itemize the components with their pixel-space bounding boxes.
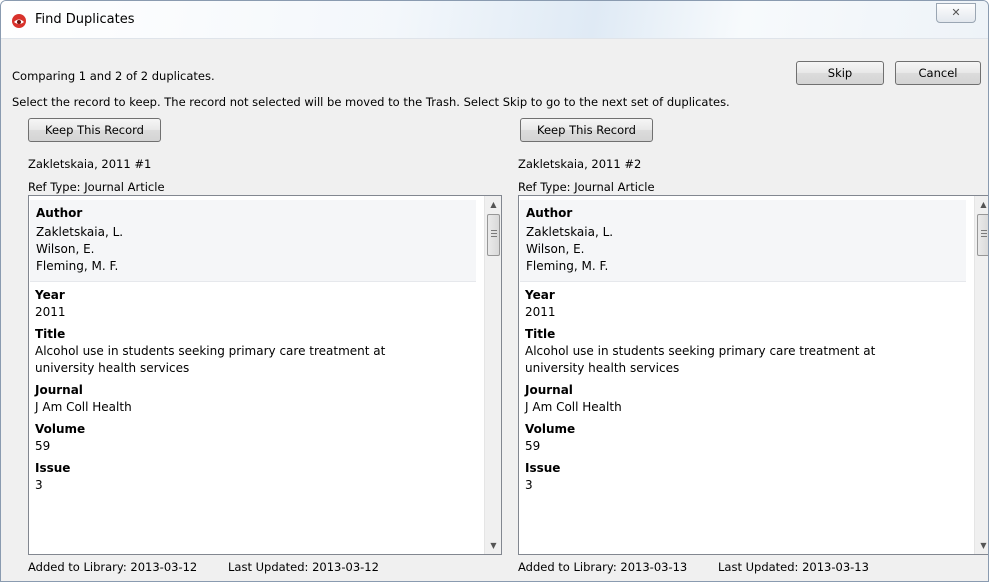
record-2-author-field: Author Zakletskaia, L. Wilson, E. Flemin… — [520, 200, 966, 282]
title-value: Alcohol use in students seeking primary … — [35, 344, 386, 358]
issue-value: 3 — [35, 478, 43, 492]
cancel-button[interactable]: Cancel — [895, 61, 981, 85]
record-2-journal-field: Journal J Am Coll Health — [519, 381, 974, 416]
record-2-year-field: Year 2011 — [519, 286, 974, 321]
author-value: Wilson, E. — [36, 242, 95, 256]
author-label: Author — [526, 206, 573, 220]
author-value: Fleming, M. F. — [526, 259, 609, 273]
endnote-app-icon — [12, 14, 26, 28]
volume-label: Volume — [525, 422, 576, 436]
issue-label: Issue — [525, 461, 561, 475]
year-value: 2011 — [525, 305, 556, 319]
title-bar: Find Duplicates ✕ — [1, 1, 988, 39]
record-2-fields-panel[interactable]: Author Zakletskaia, L. Wilson, E. Flemin… — [518, 195, 988, 555]
volume-value: 59 — [525, 439, 541, 453]
year-label: Year — [525, 288, 555, 302]
record-2-name: Zakletskaia, 2011 #2 — [518, 157, 642, 171]
close-button[interactable]: ✕ — [936, 3, 976, 23]
issue-value: 3 — [525, 478, 533, 492]
title-value: university health services — [35, 361, 190, 375]
record-1-scrollbar[interactable]: ▲ ▼ — [484, 196, 501, 554]
record-1-fields: Author Zakletskaia, L. Wilson, E. Flemin… — [29, 196, 484, 554]
record-1-volume-field: Volume 59 — [29, 420, 484, 455]
record-1-year-field: Year 2011 — [29, 286, 484, 321]
record-2-issue-field: Issue 3 — [519, 459, 974, 494]
skip-button[interactable]: Skip — [796, 61, 884, 85]
record-2-added-date: Added to Library: 2013-03-13 — [518, 560, 688, 574]
author-label: Author — [36, 206, 83, 220]
record-1-name: Zakletskaia, 2011 #1 — [28, 157, 152, 171]
title-label: Title — [525, 327, 556, 341]
journal-value: J Am Coll Health — [525, 400, 622, 414]
chevron-down-icon[interactable]: ▼ — [485, 537, 501, 554]
issue-label: Issue — [35, 461, 71, 475]
keep-record-2-button[interactable]: Keep This Record — [520, 118, 653, 142]
author-value: Fleming, M. F. — [36, 259, 119, 273]
journal-label: Journal — [525, 383, 573, 397]
record-2-ref-type: Ref Type: Journal Article — [518, 180, 655, 194]
record-1-scroll-thumb[interactable] — [487, 214, 500, 256]
author-value: Wilson, E. — [526, 242, 585, 256]
chevron-up-icon[interactable]: ▲ — [485, 196, 501, 213]
volume-label: Volume — [35, 422, 86, 436]
dialog-content: Comparing 1 and 2 of 2 duplicates. Skip … — [1, 39, 988, 581]
grip-icon — [981, 230, 987, 239]
journal-label: Journal — [35, 383, 83, 397]
window-title: Find Duplicates — [35, 12, 135, 27]
chevron-down-icon[interactable]: ▼ — [975, 537, 988, 554]
record-1-author-field: Author Zakletskaia, L. Wilson, E. Flemin… — [30, 200, 476, 282]
record-2-fields: Author Zakletskaia, L. Wilson, E. Flemin… — [519, 196, 974, 554]
keep-record-1-button[interactable]: Keep This Record — [28, 118, 161, 142]
title-value: university health services — [525, 361, 680, 375]
journal-value: J Am Coll Health — [35, 400, 132, 414]
grip-icon — [491, 230, 497, 239]
record-2-scroll-thumb[interactable] — [977, 214, 988, 256]
author-value: Zakletskaia, L. — [36, 225, 124, 239]
instructions-text: Select the record to keep. The record no… — [12, 95, 730, 109]
year-label: Year — [35, 288, 65, 302]
volume-value: 59 — [35, 439, 51, 453]
record-2-title-field: Title Alcohol use in students seeking pr… — [519, 325, 974, 377]
record-1-journal-field: Journal J Am Coll Health — [29, 381, 484, 416]
record-1-title-field: Title Alcohol use in students seeking pr… — [29, 325, 484, 377]
find-duplicates-window: Find Duplicates ✕ Comparing 1 and 2 of 2… — [0, 0, 989, 582]
year-value: 2011 — [35, 305, 66, 319]
record-2-updated-date: Last Updated: 2013-03-13 — [718, 560, 869, 574]
record-1-updated-date: Last Updated: 2013-03-12 — [228, 560, 379, 574]
record-2-volume-field: Volume 59 — [519, 420, 974, 455]
author-value: Zakletskaia, L. — [526, 225, 614, 239]
comparing-status: Comparing 1 and 2 of 2 duplicates. — [12, 69, 215, 83]
title-value: Alcohol use in students seeking primary … — [525, 344, 876, 358]
record-1-issue-field: Issue 3 — [29, 459, 484, 494]
record-1-fields-panel[interactable]: Author Zakletskaia, L. Wilson, E. Flemin… — [28, 195, 502, 555]
record-2-scrollbar[interactable]: ▲ ▼ — [974, 196, 988, 554]
title-label: Title — [35, 327, 66, 341]
record-1-ref-type: Ref Type: Journal Article — [28, 180, 165, 194]
chevron-up-icon[interactable]: ▲ — [975, 196, 988, 213]
record-1-added-date: Added to Library: 2013-03-12 — [28, 560, 198, 574]
